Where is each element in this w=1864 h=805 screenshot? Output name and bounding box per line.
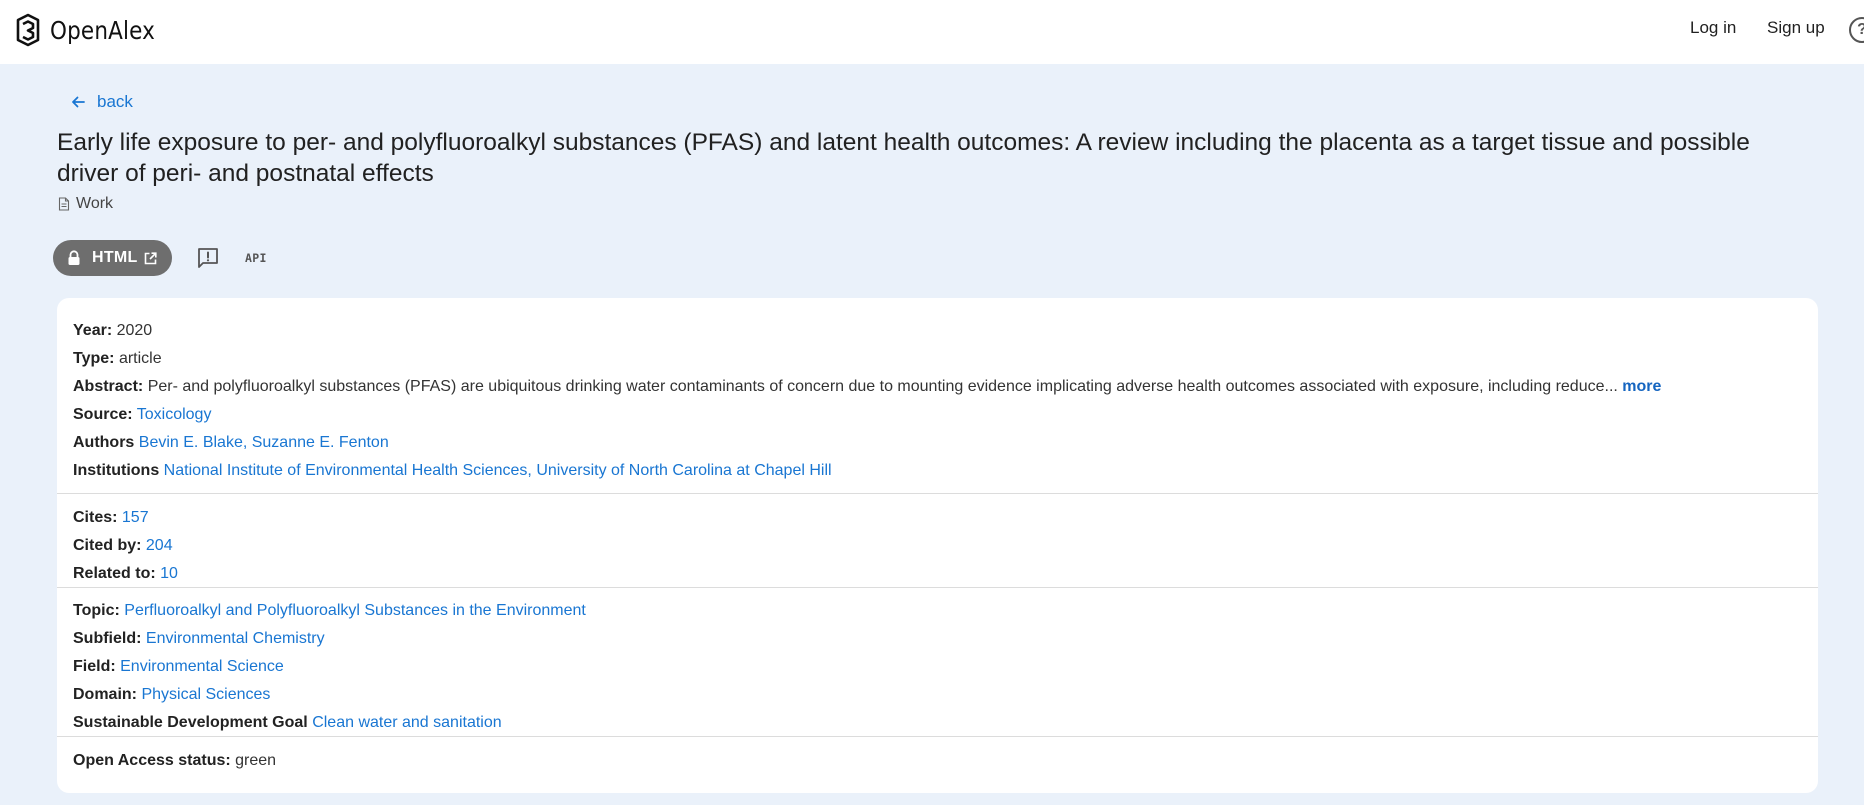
abstract-label: Abstract: (73, 378, 144, 395)
app-name: OpenAlex (50, 15, 156, 45)
source-link[interactable]: Toxicology (137, 406, 212, 423)
cited-by-row: Cited by: 204 (73, 536, 173, 556)
domain-label: Domain: (73, 686, 137, 703)
help-circle-icon[interactable]: ? (1849, 17, 1864, 43)
lock-icon (68, 250, 80, 265)
authors-row: Authors Bevin E. Blake, Suzanne E. Fento… (73, 433, 389, 453)
institution-link[interactable]: National Institute of Environmental Heal… (164, 462, 532, 479)
topic-link[interactable]: Perfluoroalkyl and Polyfluoroalkyl Subst… (124, 602, 586, 619)
cited-by-label: Cited by: (73, 537, 142, 554)
topic-label: Topic: (73, 602, 120, 619)
field-link[interactable]: Environmental Science (120, 658, 284, 675)
cites-row: Cites: 157 (73, 508, 149, 528)
section-divider (57, 587, 1818, 588)
abstract-text: Per- and polyfluoroalkyl substances (PFA… (147, 378, 1618, 395)
entity-type-label: Work (76, 195, 114, 212)
open-access-value: green (235, 752, 277, 769)
open-in-new-icon (144, 251, 157, 264)
domain-link[interactable]: Physical Sciences (141, 686, 270, 703)
cited-by-link[interactable]: 204 (146, 537, 173, 554)
entity-type: Work (58, 195, 113, 213)
api-button[interactable]: API (245, 251, 267, 265)
arrow-left-icon (72, 96, 85, 108)
sdg-row: Sustainable Development Goal Clean water… (73, 713, 502, 733)
year-label: Year: (73, 322, 113, 339)
openalex-logo-link[interactable]: OpenAlex (14, 12, 172, 48)
back-label: back (97, 92, 133, 111)
institutions-label: Institutions (73, 462, 160, 479)
source-label: Source: (73, 406, 133, 423)
login-button[interactable]: Log in (1690, 18, 1736, 38)
related-to-link[interactable]: 10 (160, 565, 178, 582)
open-access-label: Open Access status: (73, 752, 231, 769)
author-link[interactable]: Suzanne E. Fenton (252, 434, 389, 451)
sdg-label: Sustainable Development Goal (73, 714, 308, 731)
year-value: 2020 (116, 322, 153, 339)
sdg-link[interactable]: Clean water and sanitation (312, 714, 501, 731)
type-value: article (118, 350, 162, 367)
cites-label: Cites: (73, 509, 118, 526)
signup-button[interactable]: Sign up (1767, 18, 1825, 38)
field-row: Field: Environmental Science (73, 657, 284, 677)
section-divider (57, 493, 1818, 494)
subfield-row: Subfield: Environmental Chemistry (73, 629, 325, 649)
related-to-row: Related to: 10 (73, 564, 178, 584)
type-label: Type: (73, 350, 115, 367)
field-label: Field: (73, 658, 116, 675)
openalex-logo-icon (16, 13, 40, 47)
year-row: Year: 2020 (73, 321, 152, 341)
related-to-label: Related to: (73, 565, 156, 582)
html-fulltext-button[interactable]: HTML (53, 240, 172, 276)
subfield-link[interactable]: Environmental Chemistry (146, 630, 325, 647)
file-document-icon (58, 197, 70, 211)
source-row: Source: Toxicology (73, 405, 211, 425)
type-row: Type: article (73, 349, 162, 369)
author-link[interactable]: Bevin E. Blake, (139, 434, 248, 451)
abstract-more-link[interactable]: more (1622, 378, 1661, 395)
topic-row: Topic: Perfluoroalkyl and Polyfluoroalky… (73, 601, 586, 621)
subfield-label: Subfield: (73, 630, 142, 647)
page-title: Early life exposure to per- and polyfluo… (57, 129, 1750, 187)
comment-alert-icon[interactable] (196, 246, 220, 270)
cites-link[interactable]: 157 (122, 509, 149, 526)
abstract-row: Abstract: Per- and polyfluoroalkyl subst… (73, 377, 1661, 397)
domain-row: Domain: Physical Sciences (73, 685, 270, 705)
institutions-row: Institutions National Institute of Envir… (73, 461, 832, 481)
authors-label: Authors (73, 434, 135, 451)
back-link[interactable]: back (69, 92, 133, 112)
html-button-label: HTML (92, 249, 138, 266)
institution-link[interactable]: University of North Carolina at Chapel H… (536, 462, 831, 479)
section-divider (57, 736, 1818, 737)
open-access-row: Open Access status: green (73, 751, 276, 771)
top-app-bar: OpenAlex Log in Sign up ? (0, 0, 1864, 64)
work-details-card: Year: 2020 Type: article Abstract: Per- … (57, 298, 1818, 793)
